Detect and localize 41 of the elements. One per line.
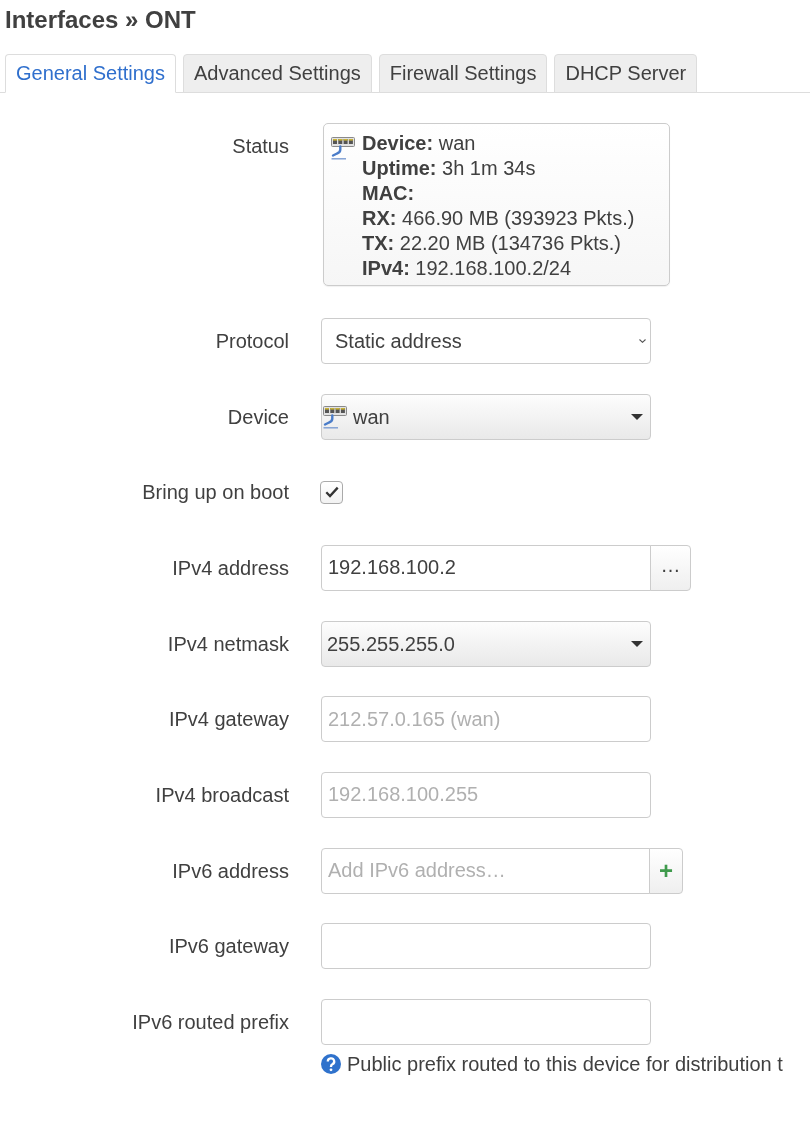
field-label: IPv6 address: [172, 858, 289, 883]
status-line: RX: 466.90 MB (393923 Pkts.): [362, 206, 635, 231]
field-label: IPv4 broadcast: [155, 782, 289, 807]
help-text: Public prefix routed to this device for distribution t: [347, 1051, 783, 1076]
tab[interactable]: Advanced Settings: [183, 54, 372, 93]
ethernet-port-icon: [323, 404, 347, 429]
ethernet-port-icon: [331, 136, 355, 160]
status-line: Uptime: 3h 1m 34s: [362, 156, 536, 181]
field-label: IPv6 routed prefix: [132, 1009, 289, 1034]
page-title: Interfaces » ONT: [5, 5, 196, 34]
status-line: MAC:: [362, 181, 415, 206]
protocol-select[interactable]: Static address: [321, 318, 651, 364]
dropdown[interactable]: 255.255.255.0: [321, 620, 651, 667]
field-label: IPv6 gateway: [168, 934, 289, 959]
chevron-icon: [639, 339, 646, 343]
tab[interactable]: Firewall Settings: [378, 54, 548, 93]
text-field[interactable]: [321, 998, 651, 1045]
field-label: Protocol: [215, 329, 289, 353]
text-field[interactable]: 192.168.100.2: [321, 544, 651, 591]
text-field[interactable]: [321, 923, 651, 970]
field-label: IPv4 netmask: [167, 631, 289, 656]
field-label: Bring up on boot: [142, 480, 289, 505]
status-line: IPv4: 192.168.100.2/24: [362, 256, 572, 281]
field-label: IPv4 gateway: [168, 707, 289, 732]
tab[interactable]: DHCP Server: [554, 54, 698, 93]
field-label: Device: [227, 404, 289, 429]
tab[interactable]: General Settings: [5, 54, 176, 93]
checkbox[interactable]: [320, 480, 343, 504]
device-dropdown[interactable]: wan: [321, 393, 651, 440]
more-button[interactable]: …: [650, 544, 691, 591]
field-label: IPv4 address: [172, 555, 289, 580]
text-field[interactable]: Add IPv6 address…: [321, 847, 650, 894]
status-line: TX: 22.20 MB (134736 Pkts.): [362, 231, 621, 256]
text-field[interactable]: 212.57.0.165 (wan): [321, 696, 651, 743]
help-icon: [321, 1053, 341, 1074]
field-label: Status: [232, 134, 289, 158]
status-line: Device: wan: [362, 131, 476, 156]
caret-icon: [631, 413, 643, 420]
caret-icon: [631, 640, 643, 647]
text-field[interactable]: 192.168.100.255: [321, 771, 651, 818]
checkmark-icon: [324, 486, 339, 499]
